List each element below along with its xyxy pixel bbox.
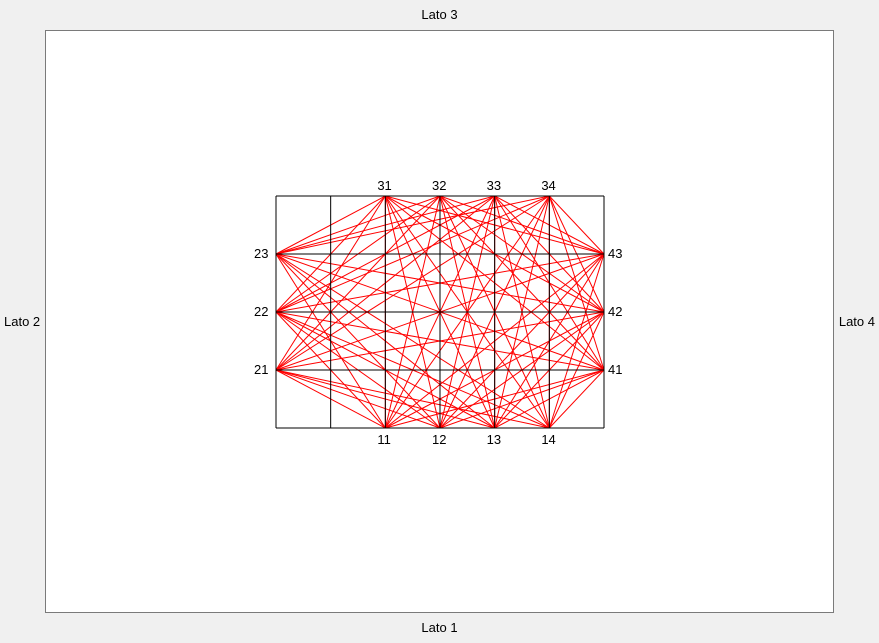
- ray: [440, 196, 604, 370]
- node-label-13: 13: [487, 432, 501, 447]
- node-label-33: 33: [487, 178, 501, 193]
- ray: [276, 370, 440, 428]
- ray: [549, 196, 604, 370]
- node-label-41: 41: [608, 362, 622, 377]
- ray: [276, 196, 549, 254]
- side-label-bottom: Lato 1: [0, 620, 879, 635]
- node-label-31: 31: [377, 178, 391, 193]
- node-label-21: 21: [254, 362, 268, 377]
- node-label-22: 22: [254, 304, 268, 319]
- side-label-right: Lato 4: [839, 314, 875, 329]
- node-label-23: 23: [254, 246, 268, 261]
- node-label-14: 14: [541, 432, 555, 447]
- side-label-top: Lato 3: [0, 7, 879, 22]
- ray: [276, 196, 440, 254]
- node-label-32: 32: [432, 178, 446, 193]
- node-label-12: 12: [432, 432, 446, 447]
- node-label-11: 11: [377, 432, 391, 447]
- stage: Lato 3 Lato 1 Lato 2 Lato 4 31 32 33 34 11 12…: [0, 0, 879, 643]
- node-label-43: 43: [608, 246, 622, 261]
- ray: [549, 196, 604, 254]
- ray: [276, 370, 549, 428]
- ray: [549, 370, 604, 428]
- side-label-left: Lato 2: [4, 314, 40, 329]
- node-label-34: 34: [541, 178, 555, 193]
- node-label-42: 42: [608, 304, 622, 319]
- ray-diagram: [45, 30, 834, 613]
